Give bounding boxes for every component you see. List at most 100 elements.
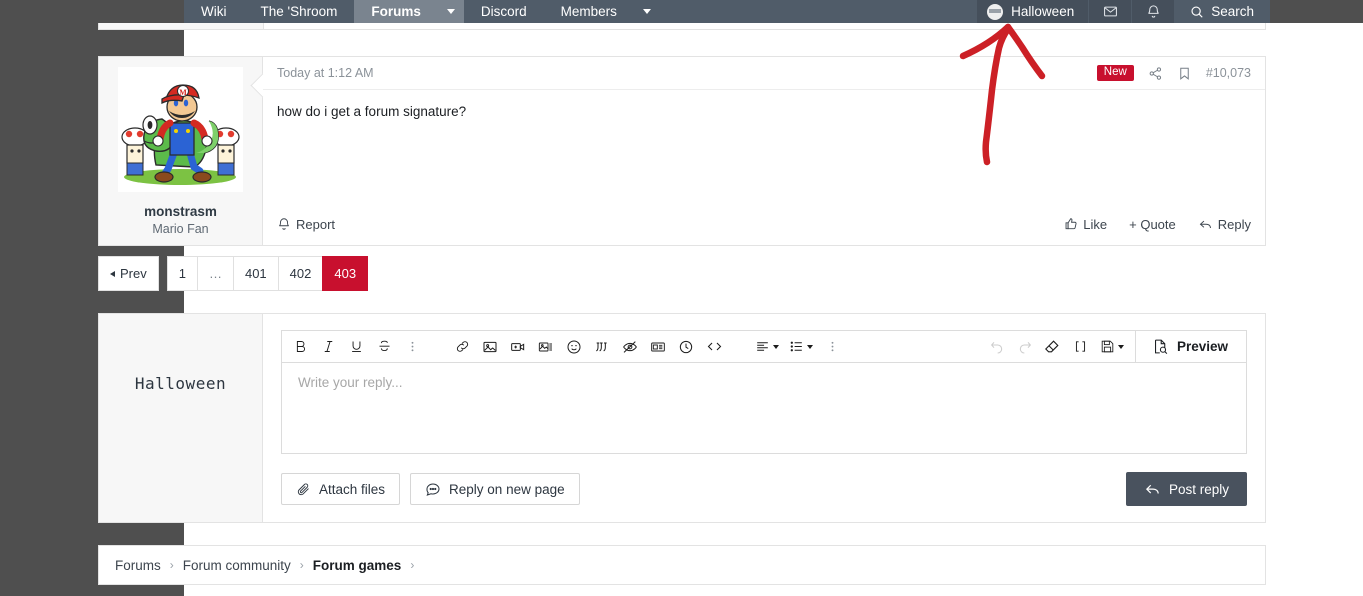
page-label: … xyxy=(208,266,222,281)
nav-item-label: Members xyxy=(560,4,617,19)
report-button[interactable]: Report xyxy=(277,217,335,232)
attach-files-label: Attach files xyxy=(319,481,386,497)
timestamp-button[interactable] xyxy=(672,332,700,362)
undo-button[interactable] xyxy=(983,332,1011,362)
pagination-page-401[interactable]: 401 xyxy=(232,256,279,291)
post-author-name[interactable]: monstrasm xyxy=(144,204,217,219)
pagination-page-403-current[interactable]: 403 xyxy=(322,256,369,291)
media-gallery-button[interactable] xyxy=(532,332,560,362)
user-menu-button[interactable]: Halloween xyxy=(977,0,1089,23)
nav-item-forums[interactable]: Forums xyxy=(354,0,438,23)
quote-label: + Quote xyxy=(1129,216,1176,232)
post-header: Today at 1:12 AM New #10,073 xyxy=(263,57,1265,90)
italic-button[interactable] xyxy=(314,332,342,362)
reply-editor: Halloween Preview Write your reply... At… xyxy=(98,313,1266,523)
reply-arrow-icon xyxy=(1145,484,1159,494)
breadcrumb-item-forum-community[interactable]: Forum community xyxy=(183,558,291,573)
underline-button[interactable] xyxy=(342,332,370,362)
quote-button[interactable]: + Quote xyxy=(1129,217,1176,232)
chevron-down-icon[interactable] xyxy=(437,0,464,23)
breadcrumb: Forums › Forum community › Forum games › xyxy=(98,545,1266,585)
post-reactions: Like + Quote Reply xyxy=(1064,217,1251,232)
post-timestamp[interactable]: Today at 1:12 AM xyxy=(277,66,374,80)
caret-triangle xyxy=(446,9,455,14)
post-article: M monstrasm Mario Fan Today at 1:12 AM N… xyxy=(98,56,1266,246)
nav-item-label: Discord xyxy=(480,4,527,19)
pagination-prev[interactable]: Prev xyxy=(98,256,159,291)
mario-yoshi-avatar[interactable]: M xyxy=(118,67,243,192)
nav-primary-links: Wiki The 'Shroom Forums Discord Members xyxy=(184,0,660,23)
inline-spoiler-button[interactable] xyxy=(644,332,672,362)
top-navigation-bar: Wiki The 'Shroom Forums Discord Members … xyxy=(0,0,1363,23)
breadcrumb-item-forums[interactable]: Forums xyxy=(115,558,161,573)
chevron-down-icon[interactable] xyxy=(634,0,660,23)
nav-item-shroom[interactable]: The 'Shroom xyxy=(244,0,355,23)
chevron-down-icon xyxy=(1117,344,1124,349)
post-author-title: Mario Fan xyxy=(152,222,209,236)
emoji-button[interactable] xyxy=(560,332,588,362)
caret-triangle xyxy=(642,9,651,14)
post-number-link[interactable]: #10,073 xyxy=(1206,66,1251,80)
text-more-button[interactable] xyxy=(398,332,426,362)
redo-button[interactable] xyxy=(1011,332,1039,362)
page-label: 402 xyxy=(289,266,312,281)
nav-item-wiki[interactable]: Wiki xyxy=(184,0,244,23)
spoiler-button[interactable] xyxy=(616,332,644,362)
strikethrough-button[interactable] xyxy=(370,332,398,362)
bold-button[interactable] xyxy=(286,332,314,362)
pagination-page-1[interactable]: 1 xyxy=(166,256,198,291)
reply-arrow-icon xyxy=(1199,220,1211,228)
paperclip-icon xyxy=(297,483,309,495)
link-button[interactable] xyxy=(448,332,476,362)
reply-on-new-page-label: Reply on new page xyxy=(449,481,565,497)
nav-item-label: Wiki xyxy=(201,4,227,19)
drafts-button[interactable] xyxy=(1095,332,1129,362)
like-button[interactable]: Like xyxy=(1064,217,1107,232)
svg-text:M: M xyxy=(179,88,187,97)
reply-textarea[interactable]: Write your reply... xyxy=(281,362,1247,454)
comment-icon xyxy=(426,483,440,496)
document-search-icon xyxy=(1154,339,1168,354)
pagination-prev-label: Prev xyxy=(120,266,147,281)
post-header-actions: New #10,073 xyxy=(1096,64,1251,82)
bell-icon xyxy=(279,218,289,230)
search-button[interactable]: Search xyxy=(1174,0,1270,23)
video-button[interactable] xyxy=(504,332,532,362)
reply-placeholder: Write your reply... xyxy=(298,375,403,390)
nav-left-gutter xyxy=(0,0,184,23)
chevron-left-icon xyxy=(110,270,115,277)
attach-files-button[interactable]: Attach files xyxy=(281,473,401,505)
align-button[interactable] xyxy=(750,332,784,362)
toolbar-more-button[interactable] xyxy=(818,332,846,362)
status-badge[interactable]: New xyxy=(1096,64,1134,82)
bookmark-icon[interactable] xyxy=(1177,66,1192,81)
pagination-page-402[interactable]: 402 xyxy=(277,256,324,291)
brackets-button[interactable] xyxy=(1067,332,1095,362)
page-root: Wiki The 'Shroom Forums Discord Members … xyxy=(0,0,1363,596)
envelope-icon[interactable] xyxy=(1088,0,1132,23)
reply-on-new-page-button[interactable]: Reply on new page xyxy=(410,473,580,505)
image-button[interactable] xyxy=(476,332,504,362)
remove-formatting-button[interactable] xyxy=(1039,332,1067,362)
editor-main: Preview Write your reply... Attach files… xyxy=(263,314,1265,522)
chevron-down-icon xyxy=(773,344,779,349)
quote-button[interactable] xyxy=(588,332,616,362)
post-reply-button[interactable]: Post reply xyxy=(1125,472,1247,506)
share-icon[interactable] xyxy=(1148,66,1163,81)
reply-button[interactable]: Reply xyxy=(1198,217,1251,232)
preview-button[interactable]: Preview xyxy=(1142,332,1242,362)
list-button[interactable] xyxy=(784,332,818,362)
code-button[interactable] xyxy=(700,332,728,362)
chevron-right-icon: › xyxy=(299,558,304,572)
nav-secondary-links: Halloween Search xyxy=(977,0,1270,23)
chevron-down-icon xyxy=(807,344,813,349)
bell-icon[interactable] xyxy=(1131,0,1175,23)
chevron-right-icon: › xyxy=(410,558,415,572)
search-icon xyxy=(1191,5,1203,18)
nav-item-members[interactable]: Members xyxy=(544,0,634,23)
breadcrumb-item-forum-games[interactable]: Forum games xyxy=(313,558,402,573)
nav-item-discord[interactable]: Discord xyxy=(464,0,544,23)
like-label: Like xyxy=(1083,216,1108,232)
thumbs-up-icon xyxy=(1065,218,1077,230)
